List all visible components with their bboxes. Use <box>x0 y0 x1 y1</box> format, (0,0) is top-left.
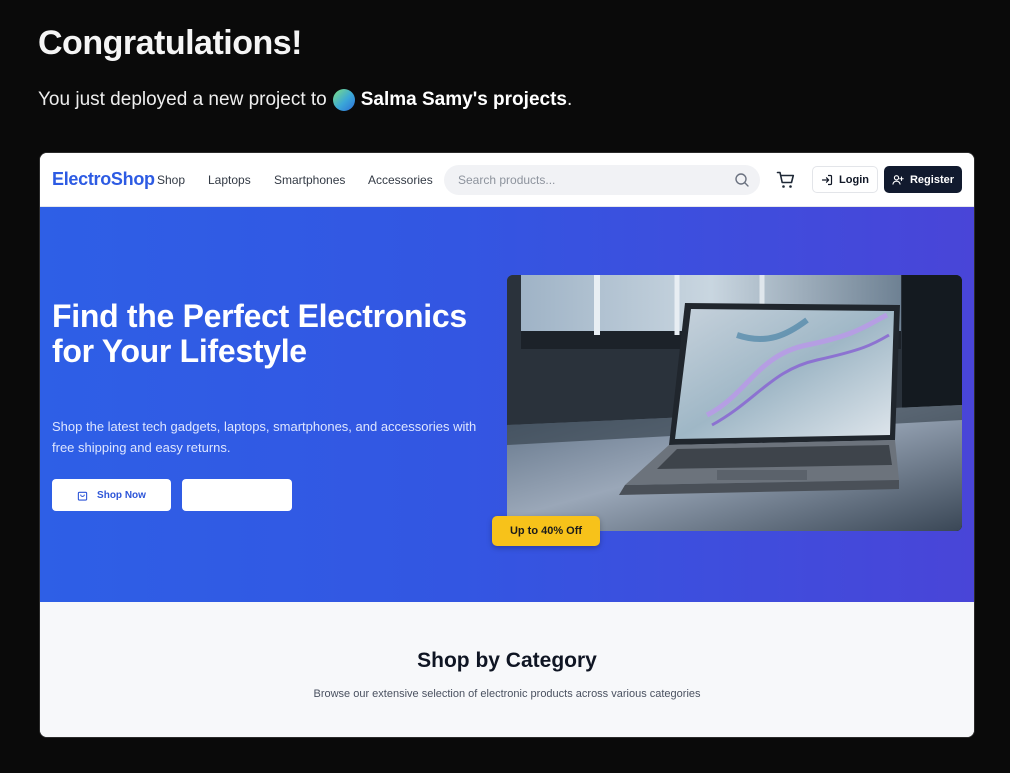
shop-now-button[interactable]: Shop Now <box>52 479 171 511</box>
page-title: Congratulations! <box>38 24 302 62</box>
promo-badge: Up to 40% Off <box>492 516 600 546</box>
search-icon[interactable] <box>734 172 750 188</box>
hero-lead: Shop the latest tech gadgets, laptops, s… <box>52 419 477 455</box>
nav-link-shop[interactable]: Shop <box>157 173 185 187</box>
shop-now-label: Shop Now <box>97 489 146 501</box>
user-plus-icon <box>892 174 904 185</box>
laptop-illustration <box>507 275 962 531</box>
nav-link-accessories[interactable]: Accessories <box>368 173 433 187</box>
category-section: Shop by Category Browse our extensive se… <box>40 602 974 737</box>
shopping-bag-icon <box>77 491 88 501</box>
search-bar <box>444 165 760 195</box>
nav-link-laptops[interactable]: Laptops <box>208 173 251 187</box>
category-title: Shop by Category <box>417 649 597 672</box>
login-button-label: Login <box>839 173 869 186</box>
search-input[interactable] <box>458 173 728 187</box>
deployment-preview[interactable]: ElectroShop Shop Laptops Smartphones Acc… <box>40 153 974 737</box>
deploy-message: You just deployed a new project to Salma… <box>38 89 572 111</box>
login-icon <box>821 174 833 185</box>
project-owner-link[interactable]: Salma Samy's projects <box>361 89 567 111</box>
category-subtitle: Browse our extensive selection of electr… <box>313 688 701 700</box>
login-button[interactable]: Login <box>812 166 878 193</box>
hero-section: Find the Perfect Electronics for Your Li… <box>40 207 974 602</box>
deploy-message-prefix: You just deployed a new project to <box>38 89 327 110</box>
deploy-message-suffix: . <box>566 89 573 110</box>
nav-link-smartphones[interactable]: Smartphones <box>274 173 345 187</box>
site-navbar: ElectroShop Shop Laptops Smartphones Acc… <box>40 153 974 207</box>
hero-laptop-image <box>507 275 962 531</box>
avatar <box>332 89 355 111</box>
hero-headline: Find the Perfect Electronics for Your Li… <box>52 298 467 369</box>
register-button-label: Register <box>909 173 955 186</box>
cart-icon[interactable] <box>776 170 796 190</box>
register-button[interactable]: Register <box>884 166 962 193</box>
secondary-hero-button[interactable] <box>182 479 292 511</box>
site-logo[interactable]: ElectroShop <box>52 169 155 190</box>
